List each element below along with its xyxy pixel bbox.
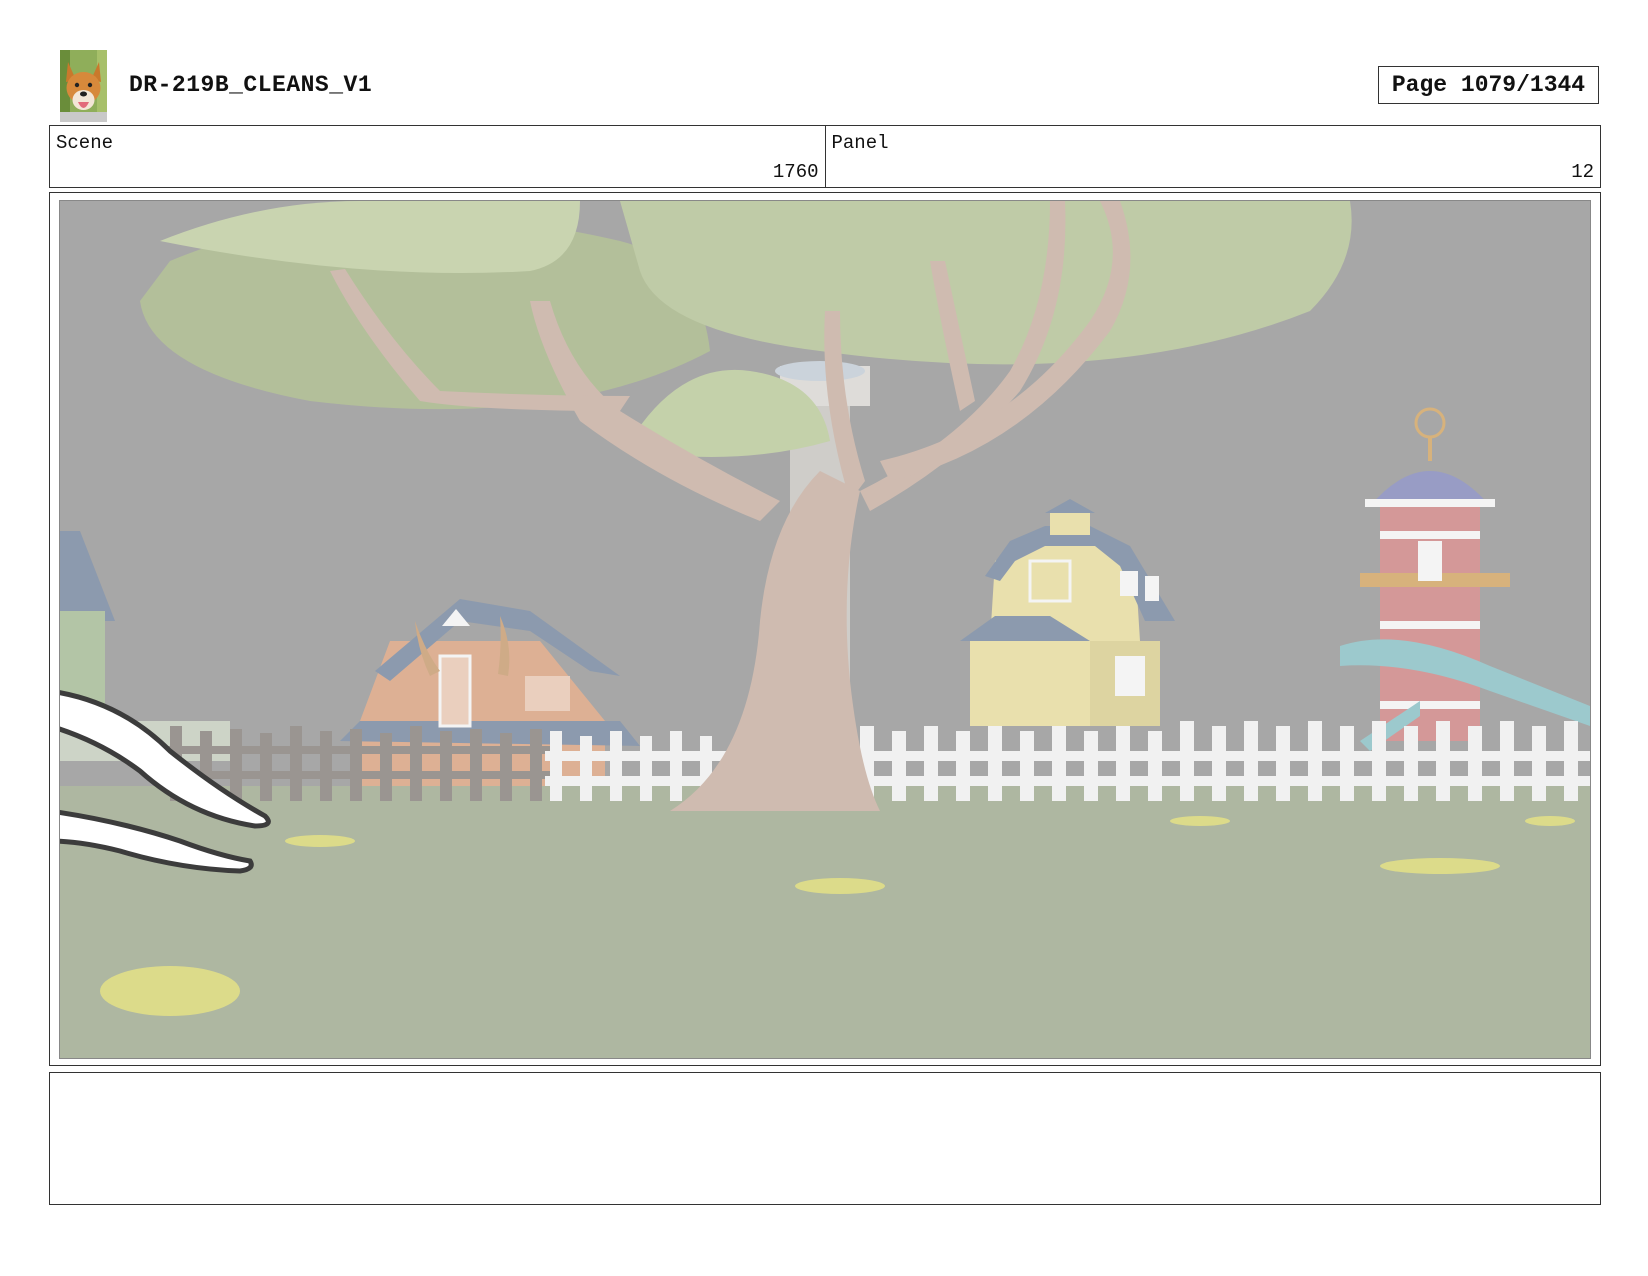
scene-label: Scene bbox=[56, 132, 114, 154]
panel-illustration bbox=[59, 200, 1591, 1059]
panel-cell: Panel 12 bbox=[824, 126, 1601, 187]
panel-label: Panel bbox=[831, 132, 889, 154]
document-title: DR-219B_CLEANS_V1 bbox=[129, 72, 373, 98]
scene-panel-info: Scene 1760 Panel 12 bbox=[49, 125, 1601, 188]
scene-number: 1760 bbox=[772, 161, 819, 183]
scene-cell: Scene 1760 bbox=[50, 126, 825, 187]
panel-notes bbox=[49, 1072, 1601, 1205]
dog-logo-icon bbox=[60, 50, 107, 122]
panel-number: 12 bbox=[1571, 161, 1594, 183]
page-counter: Page 1079/1344 bbox=[1378, 66, 1599, 104]
